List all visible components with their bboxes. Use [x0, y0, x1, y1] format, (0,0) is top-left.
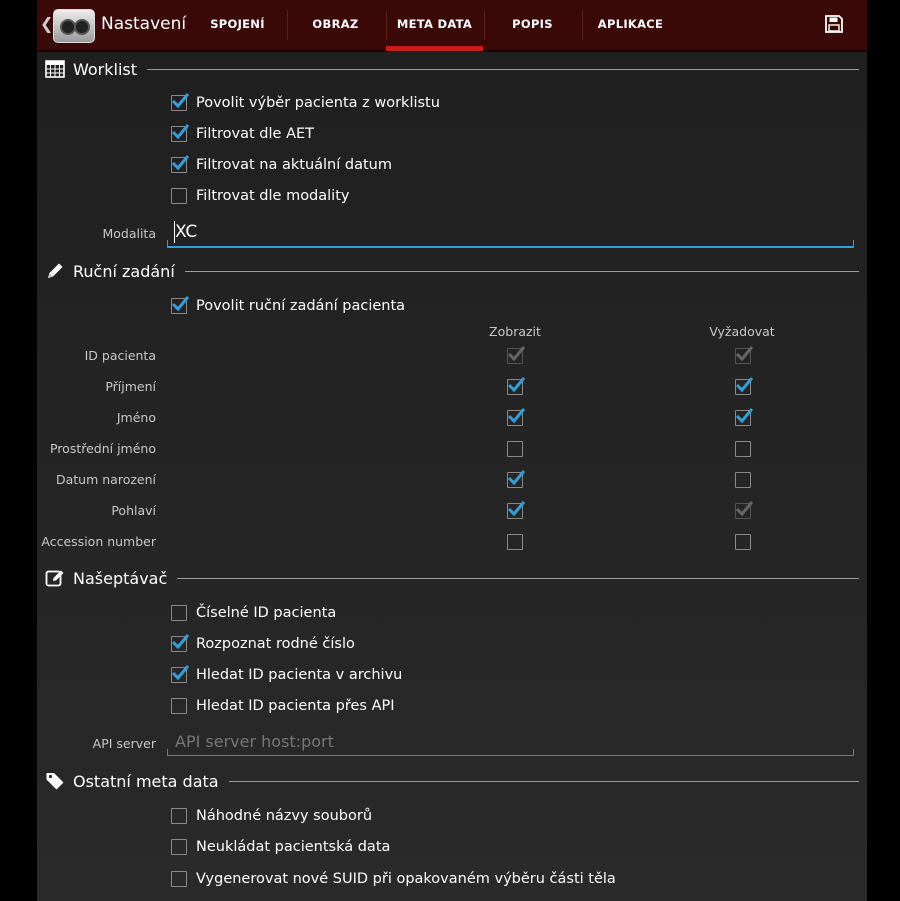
checkbox[interactable] [171, 188, 187, 204]
checkbox[interactable] [171, 665, 189, 683]
checkbox[interactable] [171, 124, 189, 142]
api-server-label: API server [92, 736, 156, 751]
section-title: Worklist [73, 59, 138, 79]
checkbox-show-jmeno[interactable] [507, 408, 525, 426]
tab-popis[interactable]: POPIS [484, 0, 581, 50]
section-title: Našeptávač [73, 568, 168, 588]
checkbox-label: Vygenerovat nové SUID při opakovaném výb… [196, 871, 616, 887]
checkbox-show-pohlavi[interactable] [507, 501, 525, 519]
tab-spojeni[interactable]: SPOJENÍ [189, 0, 286, 50]
checkbox-label: Neukládat pacientská data [196, 839, 391, 855]
option-rozpoznat-rodne-cislo[interactable]: Rozpoznat rodné číslo [171, 633, 355, 655]
row-label-jmeno: Jméno [116, 410, 156, 425]
pencil-icon [48, 263, 63, 278]
section-title: Ostatní meta data [73, 771, 219, 791]
checkbox[interactable] [171, 808, 187, 824]
checkbox-label: Povolit ruční zadání pacienta [196, 298, 406, 314]
back-chevron-icon[interactable]: ❮ [40, 14, 53, 33]
api-server-placeholder: API server host:port [175, 732, 334, 751]
option-povolit-vyber-pacienta[interactable]: Povolit výběr pacienta z worklistu [171, 92, 440, 114]
checkbox-require-accession-number[interactable] [735, 534, 751, 550]
edit-icon [45, 570, 64, 587]
option-ciselne-id[interactable]: Číselné ID pacienta [171, 602, 336, 624]
api-server-input[interactable]: API server host:port [167, 727, 854, 756]
row-label-accession-number: Accession number [41, 534, 156, 549]
checkbox-show-prostredni-jmeno[interactable] [507, 441, 523, 457]
option-nahodne-nazvy[interactable]: Náhodné názvy souborů [171, 805, 372, 827]
section-naseptavac: Našeptávač [45, 566, 859, 590]
tag-icon [46, 773, 64, 790]
checkbox-require-pohlavi [735, 501, 753, 519]
checkbox[interactable] [171, 605, 187, 621]
row-label-id-pacienta: ID pacienta [84, 348, 156, 363]
checkbox[interactable] [171, 839, 187, 855]
checkbox-show-prijmeni[interactable] [507, 377, 525, 395]
option-filtrovat-modality[interactable]: Filtrovat dle modality [171, 185, 349, 207]
action-bar: ❮ Nastavení SPOJENÍ OBRAZ META DATA POPI… [37, 0, 867, 52]
checkbox[interactable] [171, 871, 187, 887]
tab-meta-data[interactable]: META DATA [386, 0, 483, 51]
section-divider [228, 780, 859, 782]
row-label-prijmeni: Příjmení [105, 379, 156, 394]
checkbox-label: Filtrovat dle modality [196, 188, 350, 204]
app-logo-icon[interactable] [53, 9, 95, 43]
modality-value: XC [175, 222, 198, 242]
tab-aplikace[interactable]: APLIKACE [582, 0, 679, 50]
section-worklist: Worklist [45, 57, 859, 81]
modality-input[interactable]: XC [167, 218, 854, 248]
checkbox-label: Filtrovat dle AET [196, 126, 315, 142]
option-filtrovat-datum[interactable]: Filtrovat na aktuální datum [171, 154, 392, 176]
checkbox-label: Náhodné názvy souborů [196, 808, 373, 824]
checkbox-require-jmeno[interactable] [735, 408, 753, 426]
section-divider [147, 68, 859, 70]
section-divider [184, 270, 859, 272]
option-hledat-pres-api[interactable]: Hledat ID pacienta přes API [171, 695, 395, 717]
column-header-zobrazit: Zobrazit [489, 324, 541, 339]
row-label-pohlavi: Pohlaví [111, 503, 156, 518]
page-title: Nastavení [101, 14, 187, 34]
option-filtrovat-aet[interactable]: Filtrovat dle AET [171, 123, 314, 145]
checkbox[interactable] [171, 634, 189, 652]
checkbox-require-prijmeni[interactable] [735, 377, 753, 395]
section-rucni-zadani: Ruční zadání [45, 259, 859, 283]
checkbox-require-datum-narozeni[interactable] [735, 472, 751, 488]
section-title: Ruční zadání [73, 261, 175, 281]
checkbox[interactable] [171, 93, 189, 111]
checkbox-require-prostredni-jmeno[interactable] [735, 441, 751, 457]
checkbox[interactable] [171, 155, 189, 173]
checkbox[interactable] [171, 698, 187, 714]
checkbox-label: Číselné ID pacienta [196, 605, 337, 621]
row-label-prostredni-jmeno: Prostřední jméno [49, 441, 156, 456]
checkbox-label: Rozpoznat rodné číslo [196, 636, 355, 652]
save-icon[interactable] [825, 15, 843, 33]
modality-label: Modalita [102, 226, 156, 241]
option-neukladat-data[interactable]: Neukládat pacientská data [171, 836, 390, 858]
checkbox-label: Hledat ID pacienta v archivu [196, 667, 403, 683]
checkbox-label: Hledat ID pacienta přes API [196, 698, 395, 714]
section-ostatni-meta-data: Ostatní meta data [45, 769, 859, 793]
checkbox-require-id-pacienta [735, 346, 753, 364]
option-povolit-rucni-zadani[interactable]: Povolit ruční zadání pacienta [171, 295, 405, 317]
calendar-icon [45, 60, 65, 78]
checkbox-label: Filtrovat na aktuální datum [196, 157, 392, 173]
checkbox-label: Povolit výběr pacienta z worklistu [196, 95, 440, 111]
row-label-datum-narozeni: Datum narození [56, 472, 156, 487]
column-header-vyzadovat: Vyžadovat [709, 324, 775, 339]
checkbox-show-id-pacienta [507, 346, 525, 364]
section-divider [177, 577, 859, 579]
checkbox-show-accession-number[interactable] [507, 534, 523, 550]
checkbox-show-datum-narozeni[interactable] [507, 470, 525, 488]
option-vygenerovat-suid[interactable]: Vygenerovat nové SUID při opakovaném výb… [171, 868, 616, 890]
tab-obraz[interactable]: OBRAZ [287, 0, 384, 50]
option-hledat-v-archivu[interactable]: Hledat ID pacienta v archivu [171, 664, 402, 686]
checkbox[interactable] [171, 296, 189, 314]
settings-screen: ❮ Nastavení SPOJENÍ OBRAZ META DATA POPI… [37, 0, 867, 901]
